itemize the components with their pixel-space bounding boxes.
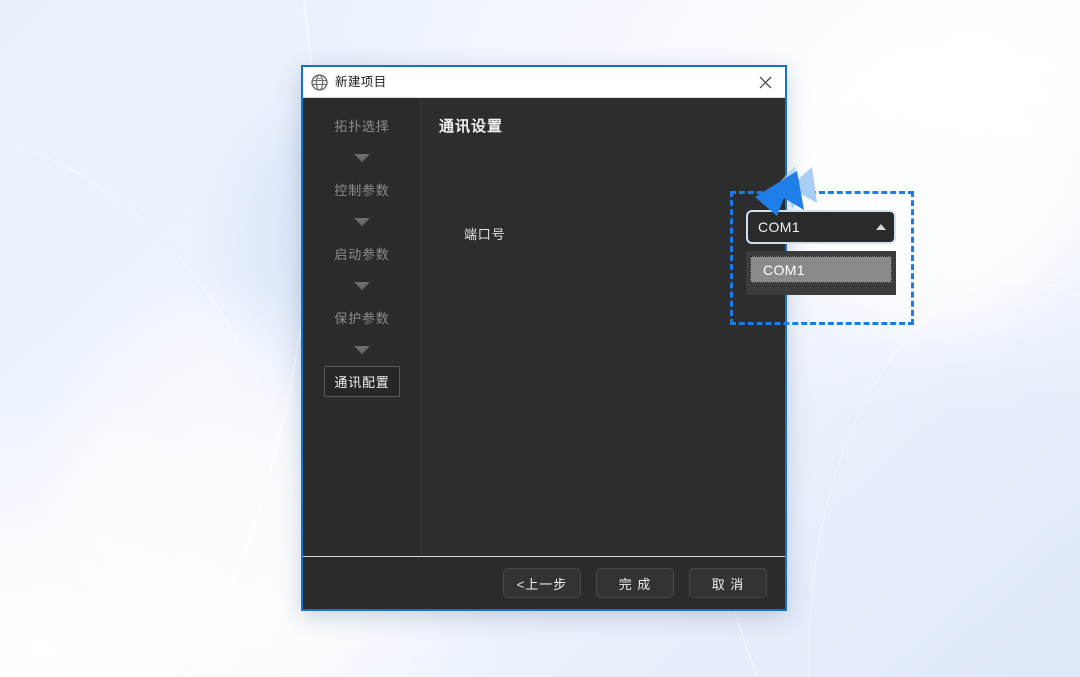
new-project-dialog: 新建项目 拓扑选择 控制参数 启动参数 保护参数 通讯配置 通讯设置 端口号 C… [301,65,914,611]
sidebar-item-control-params[interactable]: 控制参数 [334,174,389,205]
port-number-combobox[interactable]: COM1 [746,210,896,244]
port-number-dropdown-list[interactable]: COM1 [746,251,896,295]
sidebar-item-topology[interactable]: 拓扑选择 [334,110,389,141]
globe-icon [311,73,328,91]
dropdown-option-com1[interactable]: COM1 [750,256,892,283]
port-number-value: COM1 [758,219,801,235]
dialog-footer: <上一步 完 成 取 消 [303,556,785,609]
sidebar-item-comm-config[interactable]: 通讯配置 [324,366,400,397]
dialog-titlebar[interactable]: 新建项目 [303,67,785,98]
background-swoosh-2 [0,94,348,677]
comm-settings-panel: 通讯设置 端口号 COM1 COM1 [422,98,914,556]
page-title: 通讯设置 [439,118,504,135]
cancel-button[interactable]: 取 消 [689,568,767,598]
chevron-down-icon-2 [354,218,370,226]
chevron-down-icon-1 [354,154,370,162]
close-button[interactable] [745,68,785,97]
dialog-title: 新建项目 [335,74,387,89]
close-icon [759,76,771,88]
background-swoosh-4 [808,280,1080,677]
previous-step-button[interactable]: <上一步 [503,568,581,598]
dialog-body: 拓扑选择 控制参数 启动参数 保护参数 通讯配置 通讯设置 端口号 COM1 C [303,98,914,556]
port-number-label: 端口号 [464,227,506,242]
sidebar-item-protection-params[interactable]: 保护参数 [334,302,389,333]
chevron-down-icon-4 [354,346,370,354]
wizard-steps-sidebar: 拓扑选择 控制参数 启动参数 保护参数 通讯配置 [303,98,422,556]
chevron-down-icon-3 [354,282,370,290]
finish-button[interactable]: 完 成 [596,568,674,598]
sidebar-item-startup-params[interactable]: 启动参数 [334,238,389,269]
chevron-up-icon [876,224,886,230]
